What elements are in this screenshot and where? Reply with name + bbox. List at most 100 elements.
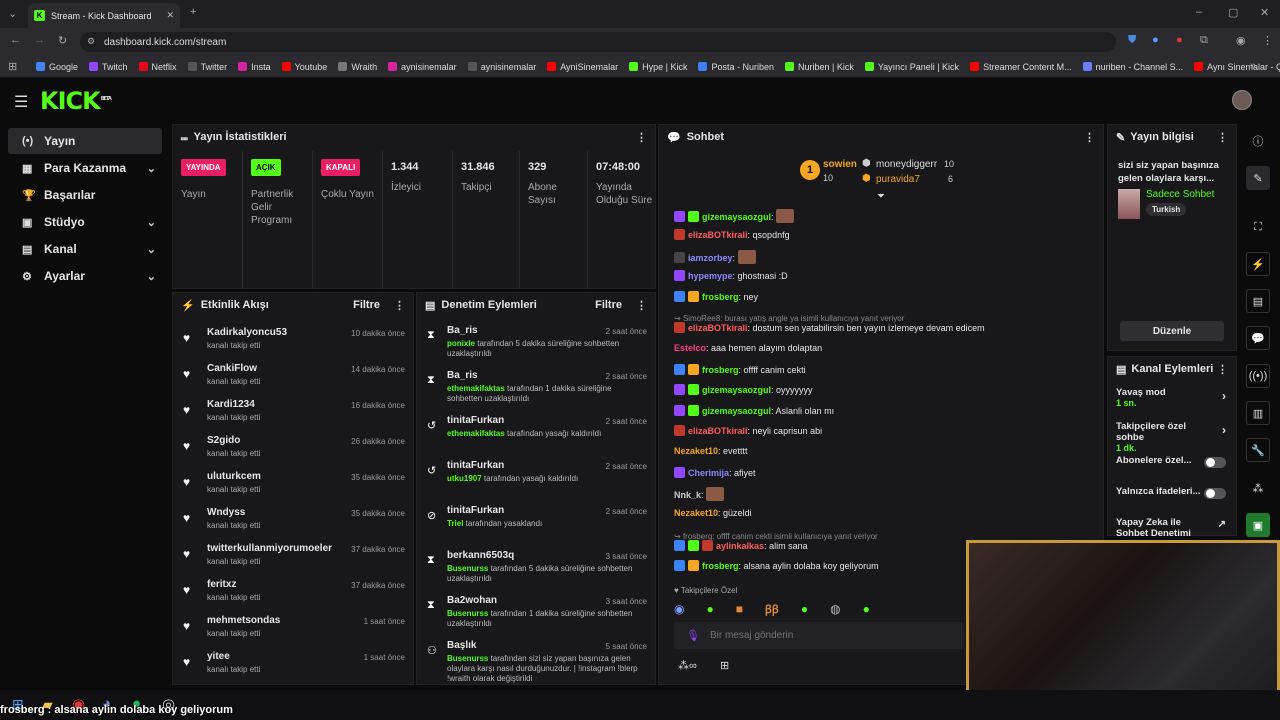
bookmark-item[interactable]: nuriben - Channel S... — [1082, 62, 1183, 72]
bookmark-item[interactable]: aynisinemalar — [467, 62, 536, 72]
chat-username[interactable]: frosberg — [702, 561, 739, 571]
sidebar-item-1[interactable]: ▦ Para Kazanma ⌄ — [8, 155, 162, 181]
toggle-switch[interactable] — [1204, 457, 1226, 468]
bookmark-item[interactable]: Google — [36, 62, 78, 72]
sidebar-item-2[interactable]: 🏆 Başarılar — [8, 182, 162, 208]
emote-icon[interactable]: ● — [706, 602, 713, 616]
chat-message-field[interactable] — [709, 630, 940, 641]
chat-message[interactable]: frosberg: offff canim cekti — [674, 364, 806, 375]
chat-menu-icon[interactable]: ⋮ — [1084, 131, 1095, 144]
list-item[interactable]: ⧗ berkann6503q Busenurss tarafından 5 daki… — [417, 544, 655, 589]
channel-action-item[interactable]: Abonelere özel... — [1108, 449, 1236, 480]
language-tag[interactable]: Turkish — [1146, 203, 1187, 216]
chat-username[interactable]: aylinkalkas — [716, 541, 764, 551]
activity-filter-button[interactable]: Filtre — [353, 299, 380, 311]
category-thumbnail[interactable] — [1118, 189, 1140, 219]
list-item[interactable]: ♥ Kadirkalyoncu53 kanalı takip etti 10 daki… — [173, 321, 413, 357]
forward-icon[interactable]: → — [34, 34, 45, 46]
moderation-filter-button[interactable]: Filtre — [595, 299, 622, 311]
chevron-right-icon[interactable]: › — [1222, 389, 1226, 403]
moderator-name[interactable]: ethemakifaktas — [447, 429, 505, 438]
hamburger-menu-icon[interactable]: ☰ — [14, 92, 28, 112]
chat-username[interactable]: frosberg — [702, 292, 739, 302]
url-field[interactable]: ⚙ dashboard.kick.com/stream — [80, 32, 1116, 52]
edit-button[interactable]: Düzenle — [1120, 321, 1224, 341]
chat-message[interactable]: gizemaysaozgul: — [674, 209, 795, 223]
chat-username[interactable]: elizaBOTkirali — [688, 426, 748, 436]
chat-username[interactable]: gizemaysaozgul — [702, 212, 771, 222]
gift-icon[interactable]: ⊞ — [720, 659, 729, 672]
chat-message[interactable]: gizemaysaozgul: oyyyyyyy — [674, 384, 813, 395]
broadcast-icon[interactable]: ((•)) — [1246, 364, 1270, 388]
wrench-icon[interactable]: 🔧 — [1246, 438, 1270, 462]
chat-message[interactable]: frosberg: alsana aylin dolaba koy geliyo… — [674, 560, 879, 571]
bookmark-item[interactable]: Twitter — [187, 62, 227, 72]
browser-tab[interactable]: K Stream - Kick Dashboard ✕ — [28, 3, 180, 28]
extension-red-icon[interactable]: ● — [1176, 34, 1183, 46]
more-bookmarks-icon[interactable]: » — [1250, 60, 1256, 72]
channel-actions-menu-icon[interactable]: ⋮ — [1217, 363, 1228, 376]
channel-action-item[interactable]: Yapay Zeka ile Sohbet Denetimi ↗ — [1108, 511, 1236, 542]
moderator-name[interactable]: Busenurss — [447, 654, 488, 663]
bookmark-item[interactable]: Aynı Sinemalar - Ça... — [1194, 62, 1280, 72]
list-item[interactable]: ⧗ Ba_ris ethemakifaktas tarafından 1 dakik… — [417, 364, 655, 409]
chat-message[interactable]: Nezaket10: evetttt — [674, 446, 748, 456]
new-tab-icon[interactable]: + — [190, 6, 196, 18]
chat-username[interactable]: Estelco — [674, 343, 706, 353]
kick-logo[interactable]: KICKBETA — [40, 87, 112, 115]
third-gifter-name[interactable]: puravida7 — [876, 174, 920, 185]
bookmark-item[interactable]: Streamer Content M... — [970, 62, 1072, 72]
emote-icon[interactable]: ꞵꞵ — [765, 602, 779, 617]
bookmark-item[interactable]: Posta - Nuriben — [698, 62, 774, 72]
emote-icon[interactable]: ● — [801, 602, 808, 616]
moderator-name[interactable]: ponixle — [447, 339, 475, 348]
browser-menu-icon[interactable]: ⋮ — [1262, 34, 1273, 47]
close-window-icon[interactable]: ✕ — [1260, 6, 1269, 19]
moderation-menu-icon[interactable]: ⋮ — [636, 299, 647, 312]
chat-username[interactable]: elizaBOTkirali — [688, 323, 748, 333]
chat-message[interactable]: elizaBOTkirali: dostum sen yatabilirsin … — [674, 322, 985, 333]
bookmark-item[interactable]: Yayıncı Paneli | Kick — [864, 62, 959, 72]
list-item[interactable]: ♥ Wndyss kanalı takip etti 35 dakika önce — [173, 501, 413, 537]
bookmark-item[interactable]: Netflix — [138, 62, 177, 72]
list-item[interactable]: ♥ yitee kanalı takip etti 1 saat önce — [173, 645, 413, 681]
chat-message[interactable]: hypemype: ghostnasi :D — [674, 270, 788, 281]
share-icon[interactable]: ⁂ — [1246, 476, 1270, 500]
stats-menu-icon[interactable]: ⋮ — [636, 131, 647, 144]
chat-username[interactable]: iamzorbey — [688, 253, 733, 263]
chevron-down-icon[interactable]: ⌄ — [147, 216, 156, 229]
sidebar-item-5[interactable]: ⚙ Ayarlar ⌄ — [8, 263, 162, 289]
moderator-name[interactable]: Triel — [447, 519, 463, 528]
sidebar-item-4[interactable]: ▤ Kanal ⌄ — [8, 236, 162, 262]
chevron-down-icon[interactable]: ⌄ — [147, 270, 156, 283]
channel-action-item[interactable]: Yavaş mod 1 sn. › — [1108, 381, 1236, 415]
bookmark-item[interactable]: Hype | Kick — [629, 62, 687, 72]
apps-grid-icon[interactable]: ⊞ — [8, 60, 17, 73]
bookmark-item[interactable]: Wraith — [338, 62, 377, 72]
chat-username[interactable]: hypemype — [688, 271, 733, 281]
sidebar-item-3[interactable]: ▣ Stüdyo ⌄ — [8, 209, 162, 235]
list-item[interactable]: ⚇ Başlık Busenurss tarafından sizi siz yap… — [417, 634, 655, 684]
reload-icon[interactable]: ↻ — [58, 34, 67, 47]
chat-message[interactable]: frosberg: ney — [674, 291, 758, 302]
bookmark-item[interactable]: Twitch — [89, 62, 128, 72]
pin-toggle-icon[interactable]: ⏷ — [877, 191, 885, 202]
document-icon[interactable]: ▤ — [1246, 289, 1270, 313]
extensions-puzzle-icon[interactable]: ⧉ — [1200, 34, 1208, 47]
chat-message[interactable]: Cherimija: afiyet — [674, 467, 756, 478]
chat-input[interactable]: 🎙 — [674, 622, 964, 649]
chat-username[interactable]: gizemaysaozgul — [702, 385, 771, 395]
list-item[interactable]: ♥ uluturkcem kanalı takip etti 35 dakika ön… — [173, 465, 413, 501]
activity-menu-icon[interactable]: ⋮ — [394, 299, 405, 312]
avatar[interactable] — [1232, 90, 1252, 110]
bookmark-item[interactable]: Nuriben | Kick — [784, 62, 854, 72]
chatters-icon[interactable]: ⁂∞ — [678, 659, 697, 672]
chevron-down-icon[interactable]: ⌄ — [147, 243, 156, 256]
emote-icon[interactable]: ● — [863, 602, 870, 616]
list-item[interactable]: ⊘ tinitaFurkan Triel tarafından yasaklandı… — [417, 499, 655, 544]
second-gifter-name[interactable]: moneydiggerr — [876, 159, 937, 170]
channel-action-item[interactable]: Takipçilere özel sohbe 1 dk. › — [1108, 415, 1236, 453]
chat-message[interactable]: elizaBOTkirali: qsopdnfg — [674, 229, 790, 240]
emote-icon[interactable]: ◍ — [830, 602, 840, 616]
mic-icon[interactable]: 🎙 — [686, 629, 700, 642]
